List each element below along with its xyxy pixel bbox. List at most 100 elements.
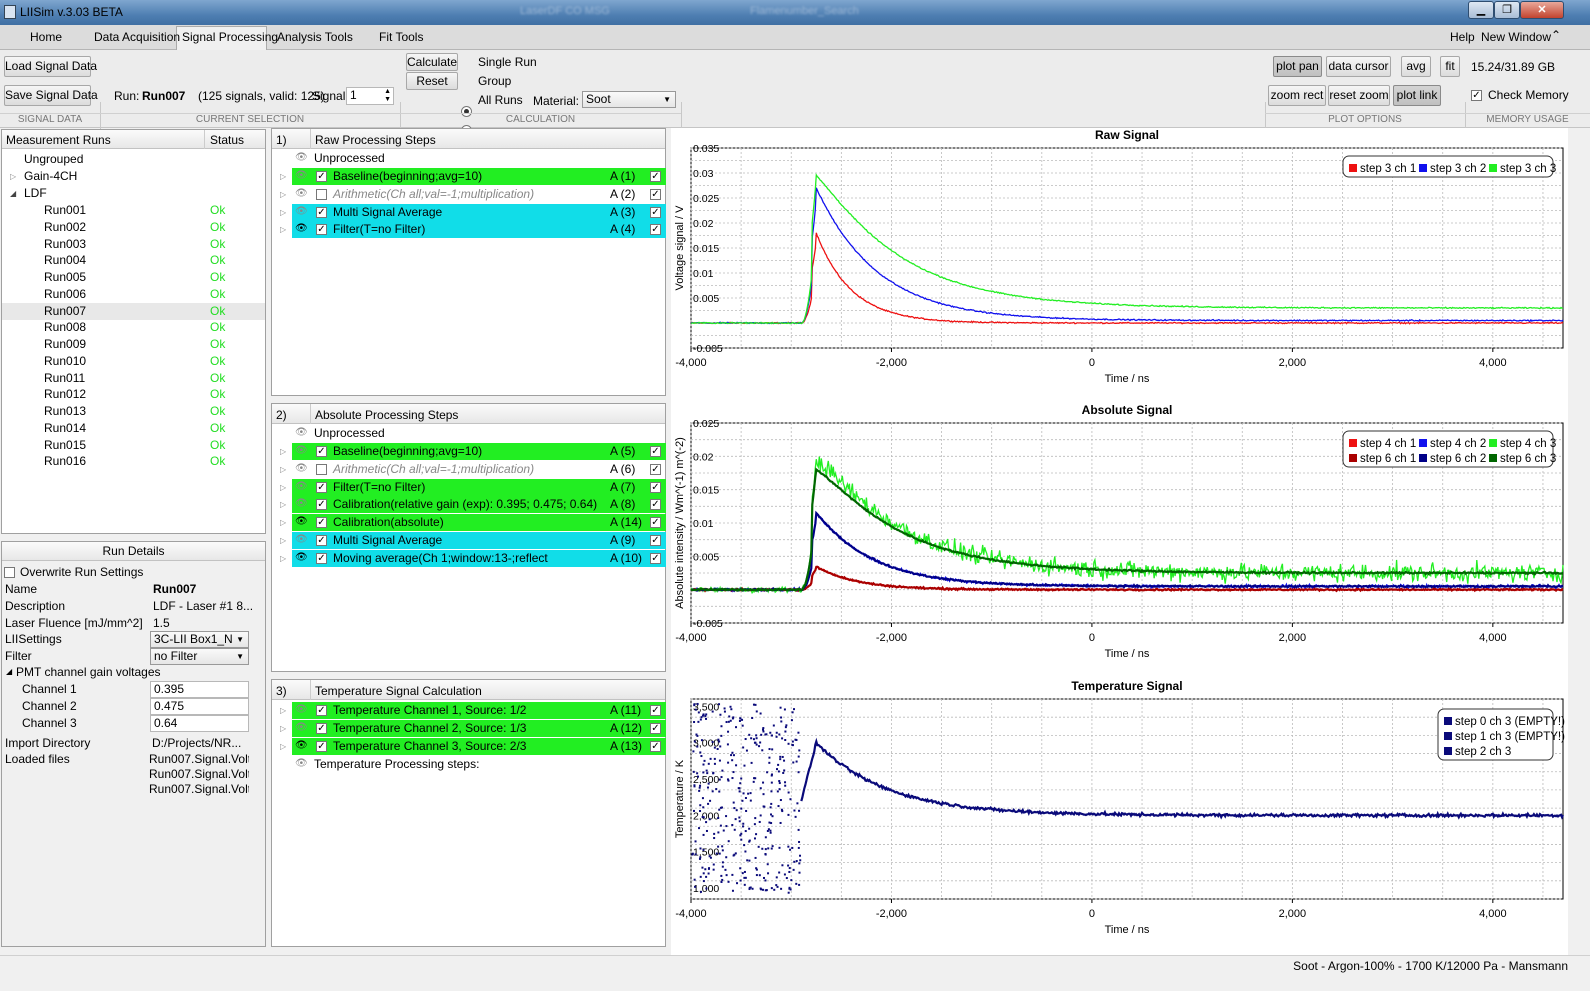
collapse-tree-icon[interactable]: ◢ (6, 667, 12, 676)
expand-icon[interactable]: ▷ (280, 496, 286, 513)
plot-checkbox[interactable]: ✓ (650, 534, 661, 546)
run-item-run009[interactable]: Run009 (44, 336, 86, 353)
filter-dropdown[interactable]: no Filter (150, 648, 249, 666)
enable-checkbox[interactable]: ✓ (316, 517, 327, 528)
run-item-run008[interactable]: Run008 (44, 319, 86, 336)
signal-spinbox[interactable]: 1 ▲ ▼ (346, 87, 394, 105)
expand-icon[interactable]: ▷ (280, 443, 286, 460)
overwrite-checkbox[interactable] (4, 567, 15, 578)
save-signal-data-button[interactable]: Save Signal Data (4, 85, 98, 106)
processing-step[interactable]: ▷ 👁 ✓ Baseline(beginning;avg=10) A (1) ✓ (280, 168, 666, 185)
plot-checkbox[interactable]: ✓ (650, 171, 661, 182)
processing-step[interactable]: ▷ 👁 ✓ Temperature Channel 1, Source: 1/2 A (… (280, 702, 666, 719)
run-item-run007[interactable]: Run007 (44, 303, 86, 320)
enable-checkbox[interactable]: ✓ (316, 705, 327, 716)
chart-0[interactable]: Raw Signal -4,000 -2,000 0 2,000 4,000 -0.005 0… (674, 128, 1564, 385)
lii-settings-dropdown[interactable]: 3C-LII Box1_N (150, 631, 249, 649)
plot-checkbox[interactable]: ✓ (650, 499, 661, 511)
check-memory-checkbox[interactable]: ✓ (1471, 90, 1482, 101)
plot-checkbox[interactable]: ✓ (650, 705, 661, 716)
plot-checkbox[interactable]: ✓ (650, 446, 661, 457)
run-item-run005[interactable]: Run005 (44, 269, 86, 286)
plot-checkbox[interactable]: ✓ (650, 188, 661, 200)
run-item-run011[interactable]: Run011 (44, 370, 85, 387)
chart-2[interactable]: Temperature Signal -4,000 -2,000 0 2,000 4,00… (674, 679, 1565, 936)
expand-icon[interactable]: ▷ (280, 461, 286, 478)
spin-arrows-icon[interactable]: ▲ ▼ (384, 88, 391, 104)
minimize-icon[interactable]: ▁ (1468, 1, 1494, 19)
new-window-button[interactable]: New Window (1481, 30, 1551, 44)
enable-checkbox[interactable]: ✓ (316, 740, 327, 752)
eye-icon[interactable]: 👁 (295, 463, 311, 474)
plot-pan-button[interactable]: plot pan (1273, 56, 1322, 77)
close-icon[interactable]: ✕ (1520, 1, 1564, 19)
eye-icon[interactable]: 👁 (295, 171, 311, 181)
eye-icon[interactable]: 👁 (295, 722, 311, 733)
avg-button[interactable]: avg (1401, 56, 1431, 77)
load-signal-data-button[interactable]: Load Signal Data (4, 56, 97, 77)
enable-checkbox[interactable]: ✓ (316, 171, 327, 182)
plot-checkbox[interactable]: ✓ (650, 224, 661, 236)
expand-icon[interactable]: ▷ (280, 221, 286, 238)
tab-data-acquisition[interactable]: Data Acquisition (94, 30, 180, 44)
expand-icon[interactable]: ▷ (280, 479, 286, 496)
run-item-run016[interactable]: Run016 (44, 453, 86, 470)
zoom-rect-button[interactable]: zoom rect (1268, 85, 1326, 106)
processing-step[interactable]: ▷ 👁 Arithmetic(Ch all;val=-1;multiplicatio… (280, 186, 666, 203)
eye-icon[interactable]: 👁 (295, 428, 311, 438)
collapse-icon[interactable]: ⌃ (1551, 28, 1561, 42)
plot-checkbox[interactable]: ✓ (650, 552, 661, 564)
processing-step[interactable]: ▷ 👁 ✓ Moving average(Ch 1;window:13-;reflec… (280, 549, 666, 567)
plot-link-button[interactable]: plot link (1393, 85, 1441, 106)
eye-icon[interactable]: 👁 (295, 534, 311, 545)
run-item-run006[interactable]: Run006 (44, 286, 86, 303)
plot-checkbox[interactable]: ✓ (650, 740, 661, 752)
data-cursor-button[interactable]: data cursor (1326, 56, 1391, 77)
group-gain-4ch[interactable]: Gain-4CH (24, 168, 77, 185)
expand-icon[interactable]: ▷ (280, 738, 286, 755)
eye-icon[interactable]: 👁 (295, 481, 311, 492)
enable-checkbox[interactable]: ✓ (316, 206, 327, 218)
enable-checkbox[interactable] (316, 463, 327, 475)
enable-checkbox[interactable]: ✓ (316, 224, 327, 236)
expand-icon[interactable]: ▷ (10, 168, 16, 185)
fit-button[interactable]: fit (1440, 56, 1460, 77)
eye-icon[interactable]: 👁 (295, 206, 311, 217)
enable-checkbox[interactable]: ✓ (316, 481, 327, 493)
collapse-tree-icon[interactable]: ◢ (10, 185, 16, 202)
enable-checkbox[interactable] (316, 188, 327, 200)
group-ldf[interactable]: LDF (24, 185, 47, 202)
eye-icon[interactable]: 👁 (295, 517, 311, 527)
plot-checkbox[interactable]: ✓ (650, 517, 661, 528)
eye-icon[interactable]: 👁 (295, 552, 311, 563)
help-button[interactable]: Help (1450, 30, 1475, 44)
plot-checkbox[interactable]: ✓ (650, 463, 661, 475)
expand-icon[interactable]: ▷ (280, 550, 286, 567)
maximize-icon[interactable]: ❐ (1494, 1, 1520, 19)
eye-icon[interactable]: 👁 (295, 499, 311, 509)
eye-icon[interactable]: 👁 (295, 759, 311, 769)
tab-analysis-tools[interactable]: Analysis Tools (277, 30, 353, 44)
run-item-run013[interactable]: Run013 (44, 403, 86, 420)
reset-button[interactable]: Reset (406, 72, 458, 90)
run-item-run015[interactable]: Run015 (44, 437, 86, 454)
enable-checkbox[interactable]: ✓ (316, 534, 327, 546)
enable-checkbox[interactable]: ✓ (316, 499, 327, 511)
expand-icon[interactable]: ▷ (280, 168, 286, 185)
unprocessed-row[interactable]: 👁 Unprocessed (292, 425, 666, 442)
tab-fit-tools[interactable]: Fit Tools (379, 30, 423, 44)
plot-checkbox[interactable]: ✓ (650, 481, 661, 493)
processing-step[interactable]: ▷ 👁 Arithmetic(Ch all;val=-1;multiplicatio… (280, 461, 666, 478)
channel-1-input[interactable]: 0.395 (150, 681, 249, 698)
plot-checkbox[interactable]: ✓ (650, 722, 661, 734)
charts-canvas[interactable]: Raw Signal -4,000 -2,000 0 2,000 4,000 -0.005 0… (671, 128, 1568, 955)
processing-step[interactable]: ▷ 👁 ✓ Baseline(beginning;avg=10) A (5) ✓ (280, 443, 666, 460)
processing-step[interactable]: ▷ 👁 ✓ Calibration(relative gain (exp): 0.39… (280, 496, 666, 514)
processing-step[interactable]: ▷ 👁 ✓ Multi Signal Average A (3) ✓ (280, 203, 666, 221)
chart-1[interactable]: Absolute Signal -4,000 -2,000 0 2,000 4,000 -0… (674, 403, 1564, 660)
expand-icon[interactable]: ▷ (280, 204, 286, 221)
run-item-run014[interactable]: Run014 (44, 420, 86, 437)
expand-icon[interactable]: ▷ (280, 720, 286, 737)
eye-icon[interactable]: 👁 (295, 446, 311, 456)
processing-step[interactable]: ▷ 👁 ✓ Temperature Channel 3, Source: 2/3 A (… (280, 737, 666, 755)
